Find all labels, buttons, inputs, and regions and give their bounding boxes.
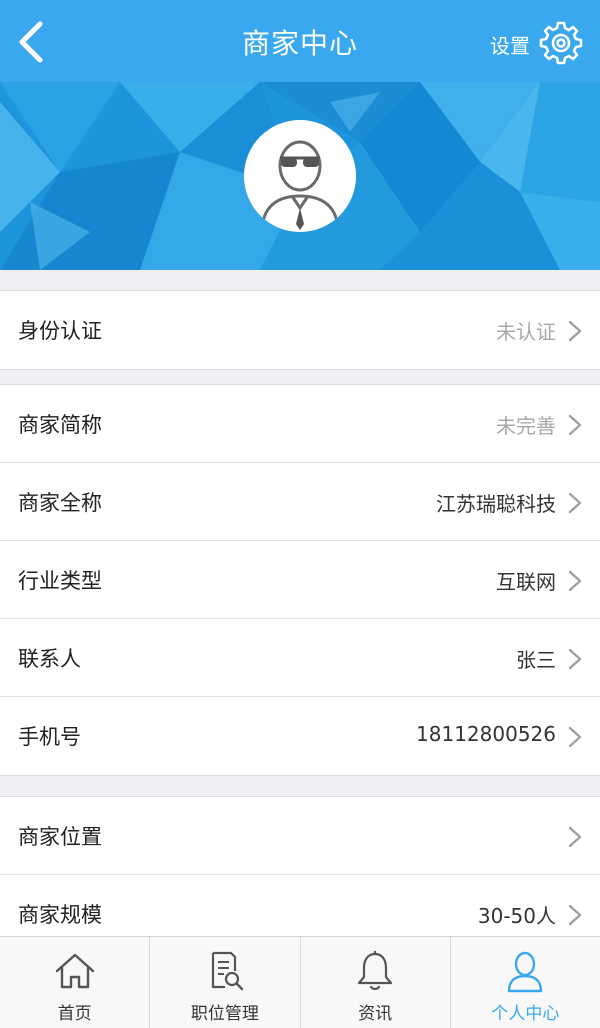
list-row-industry-type[interactable]: 行业类型 互联网 [0, 541, 600, 619]
gear-icon[interactable] [538, 20, 584, 66]
merchant-info-group: 商家简称 未完善 商家全称 江苏瑞聪科技 行业类型 互联网 联系人 张三 手机号… [0, 384, 600, 776]
chevron-right-icon [568, 492, 582, 514]
tab-home[interactable]: 首页 [0, 937, 151, 1028]
bottom-tab-bar: 首页 职位管理 资讯 个人中心 [0, 936, 600, 1028]
home-icon [55, 953, 94, 989]
tab-label: 首页 [57, 1004, 92, 1024]
tab-label: 职位管理 [190, 1004, 259, 1024]
chevron-right-icon [568, 320, 582, 342]
list-row-merchant-short-name[interactable]: 商家简称 未完善 [0, 385, 600, 463]
tab-personal-center[interactable]: 个人中心 [451, 937, 600, 1028]
row-label: 商家简称 [18, 413, 102, 437]
chevron-right-icon [568, 826, 582, 848]
document-search-icon [211, 951, 244, 991]
row-label: 商家规模 [18, 903, 102, 927]
tab-job-management[interactable]: 职位管理 [150, 937, 301, 1028]
chevron-right-icon [568, 648, 582, 670]
row-label: 行业类型 [18, 569, 102, 593]
chevron-right-icon [568, 904, 582, 926]
list-row-merchant-location[interactable]: 商家位置 [0, 797, 600, 875]
row-value: 18112800526 [416, 722, 556, 746]
row-label: 商家全称 [18, 491, 102, 515]
row-value: 张三 [516, 648, 556, 672]
row-value: 互联网 [496, 570, 556, 594]
list-row-phone-number[interactable]: 手机号 18112800526 [0, 697, 600, 775]
avatar[interactable] [244, 120, 356, 232]
row-value: 未认证 [496, 320, 556, 344]
tab-label: 个人中心 [491, 1004, 560, 1024]
row-label: 联系人 [18, 647, 81, 671]
chevron-right-icon [568, 414, 582, 436]
list-row-identity-verification[interactable]: 身份认证 未认证 [0, 291, 600, 369]
row-label: 身份认证 [18, 319, 102, 343]
person-icon [508, 951, 543, 993]
tab-label: 资讯 [358, 1004, 393, 1024]
row-value: 江苏瑞聪科技 [436, 492, 556, 516]
settings-label[interactable]: 设置 [490, 30, 530, 59]
row-value: 未完善 [496, 414, 556, 438]
chevron-right-icon [568, 570, 582, 592]
user-avatar-sunglasses-icon [244, 120, 356, 232]
row-value: 30-50人 [477, 904, 556, 928]
row-label: 商家位置 [18, 825, 102, 849]
identity-group: 身份认证 未认证 [0, 290, 600, 370]
navigation-bar: 商家中心 设置 [0, 0, 600, 82]
list-row-merchant-full-name[interactable]: 商家全称 江苏瑞聪科技 [0, 463, 600, 541]
merchant-extra-group: 商家位置 商家规模 30-50人 [0, 796, 600, 954]
row-label: 手机号 [18, 725, 81, 749]
tab-news[interactable]: 资讯 [301, 937, 451, 1028]
list-row-contact-person[interactable]: 联系人 张三 [0, 619, 600, 697]
bell-icon [358, 951, 393, 991]
chevron-right-icon [568, 726, 582, 748]
